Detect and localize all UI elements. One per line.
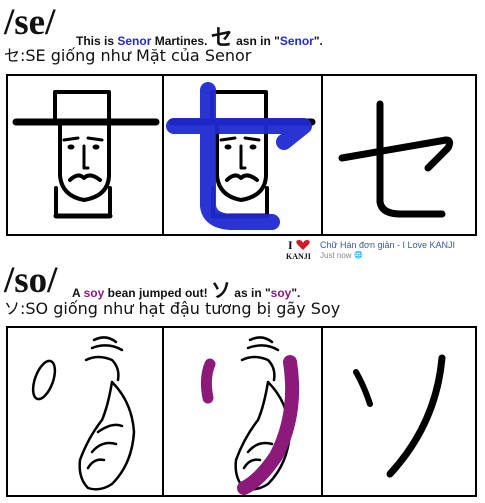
so-vietnamese-line: ソ:SO giống như hạt đậu tương bị gãy Soy bbox=[4, 299, 341, 318]
senor-face-drawing bbox=[12, 90, 160, 219]
so-illustration-panel bbox=[6, 326, 477, 497]
post-timestamp: Just now bbox=[320, 251, 352, 260]
se-romaji: /se/ bbox=[4, 2, 56, 43]
so-panel-divider-2 bbox=[321, 328, 323, 495]
heart-icon bbox=[296, 240, 310, 250]
soy-bean-drawing bbox=[31, 336, 136, 491]
se-caption-text-4: ". bbox=[313, 34, 323, 48]
logo-letter-i: I bbox=[288, 238, 293, 252]
se-illustration-panel bbox=[6, 74, 477, 236]
katakana-so-drawing bbox=[353, 354, 446, 478]
page-name-link[interactable]: Chữ Hán đơn giản - I Love KANJI bbox=[320, 240, 455, 250]
se-panel-divider-2 bbox=[321, 76, 323, 234]
soy-bean-with-so-drawing bbox=[200, 336, 300, 495]
katakana-se-drawing bbox=[338, 100, 454, 218]
se-caption-name-2: Senor bbox=[279, 34, 314, 48]
senor-face-with-se-drawing bbox=[166, 82, 316, 230]
globe-icon: 🌐 bbox=[354, 252, 363, 259]
kanji-logo-credit: I KANJI Chữ Hán đơn giản - I Love KANJI … bbox=[284, 238, 484, 264]
so-romaji: /so/ bbox=[4, 260, 58, 301]
se-vietnamese-line: セ:SE giống như Mặt của Senor bbox=[4, 46, 252, 65]
logo-word-kanji: KANJI bbox=[286, 252, 311, 261]
i-love-kanji-logo: I KANJI bbox=[286, 238, 314, 262]
